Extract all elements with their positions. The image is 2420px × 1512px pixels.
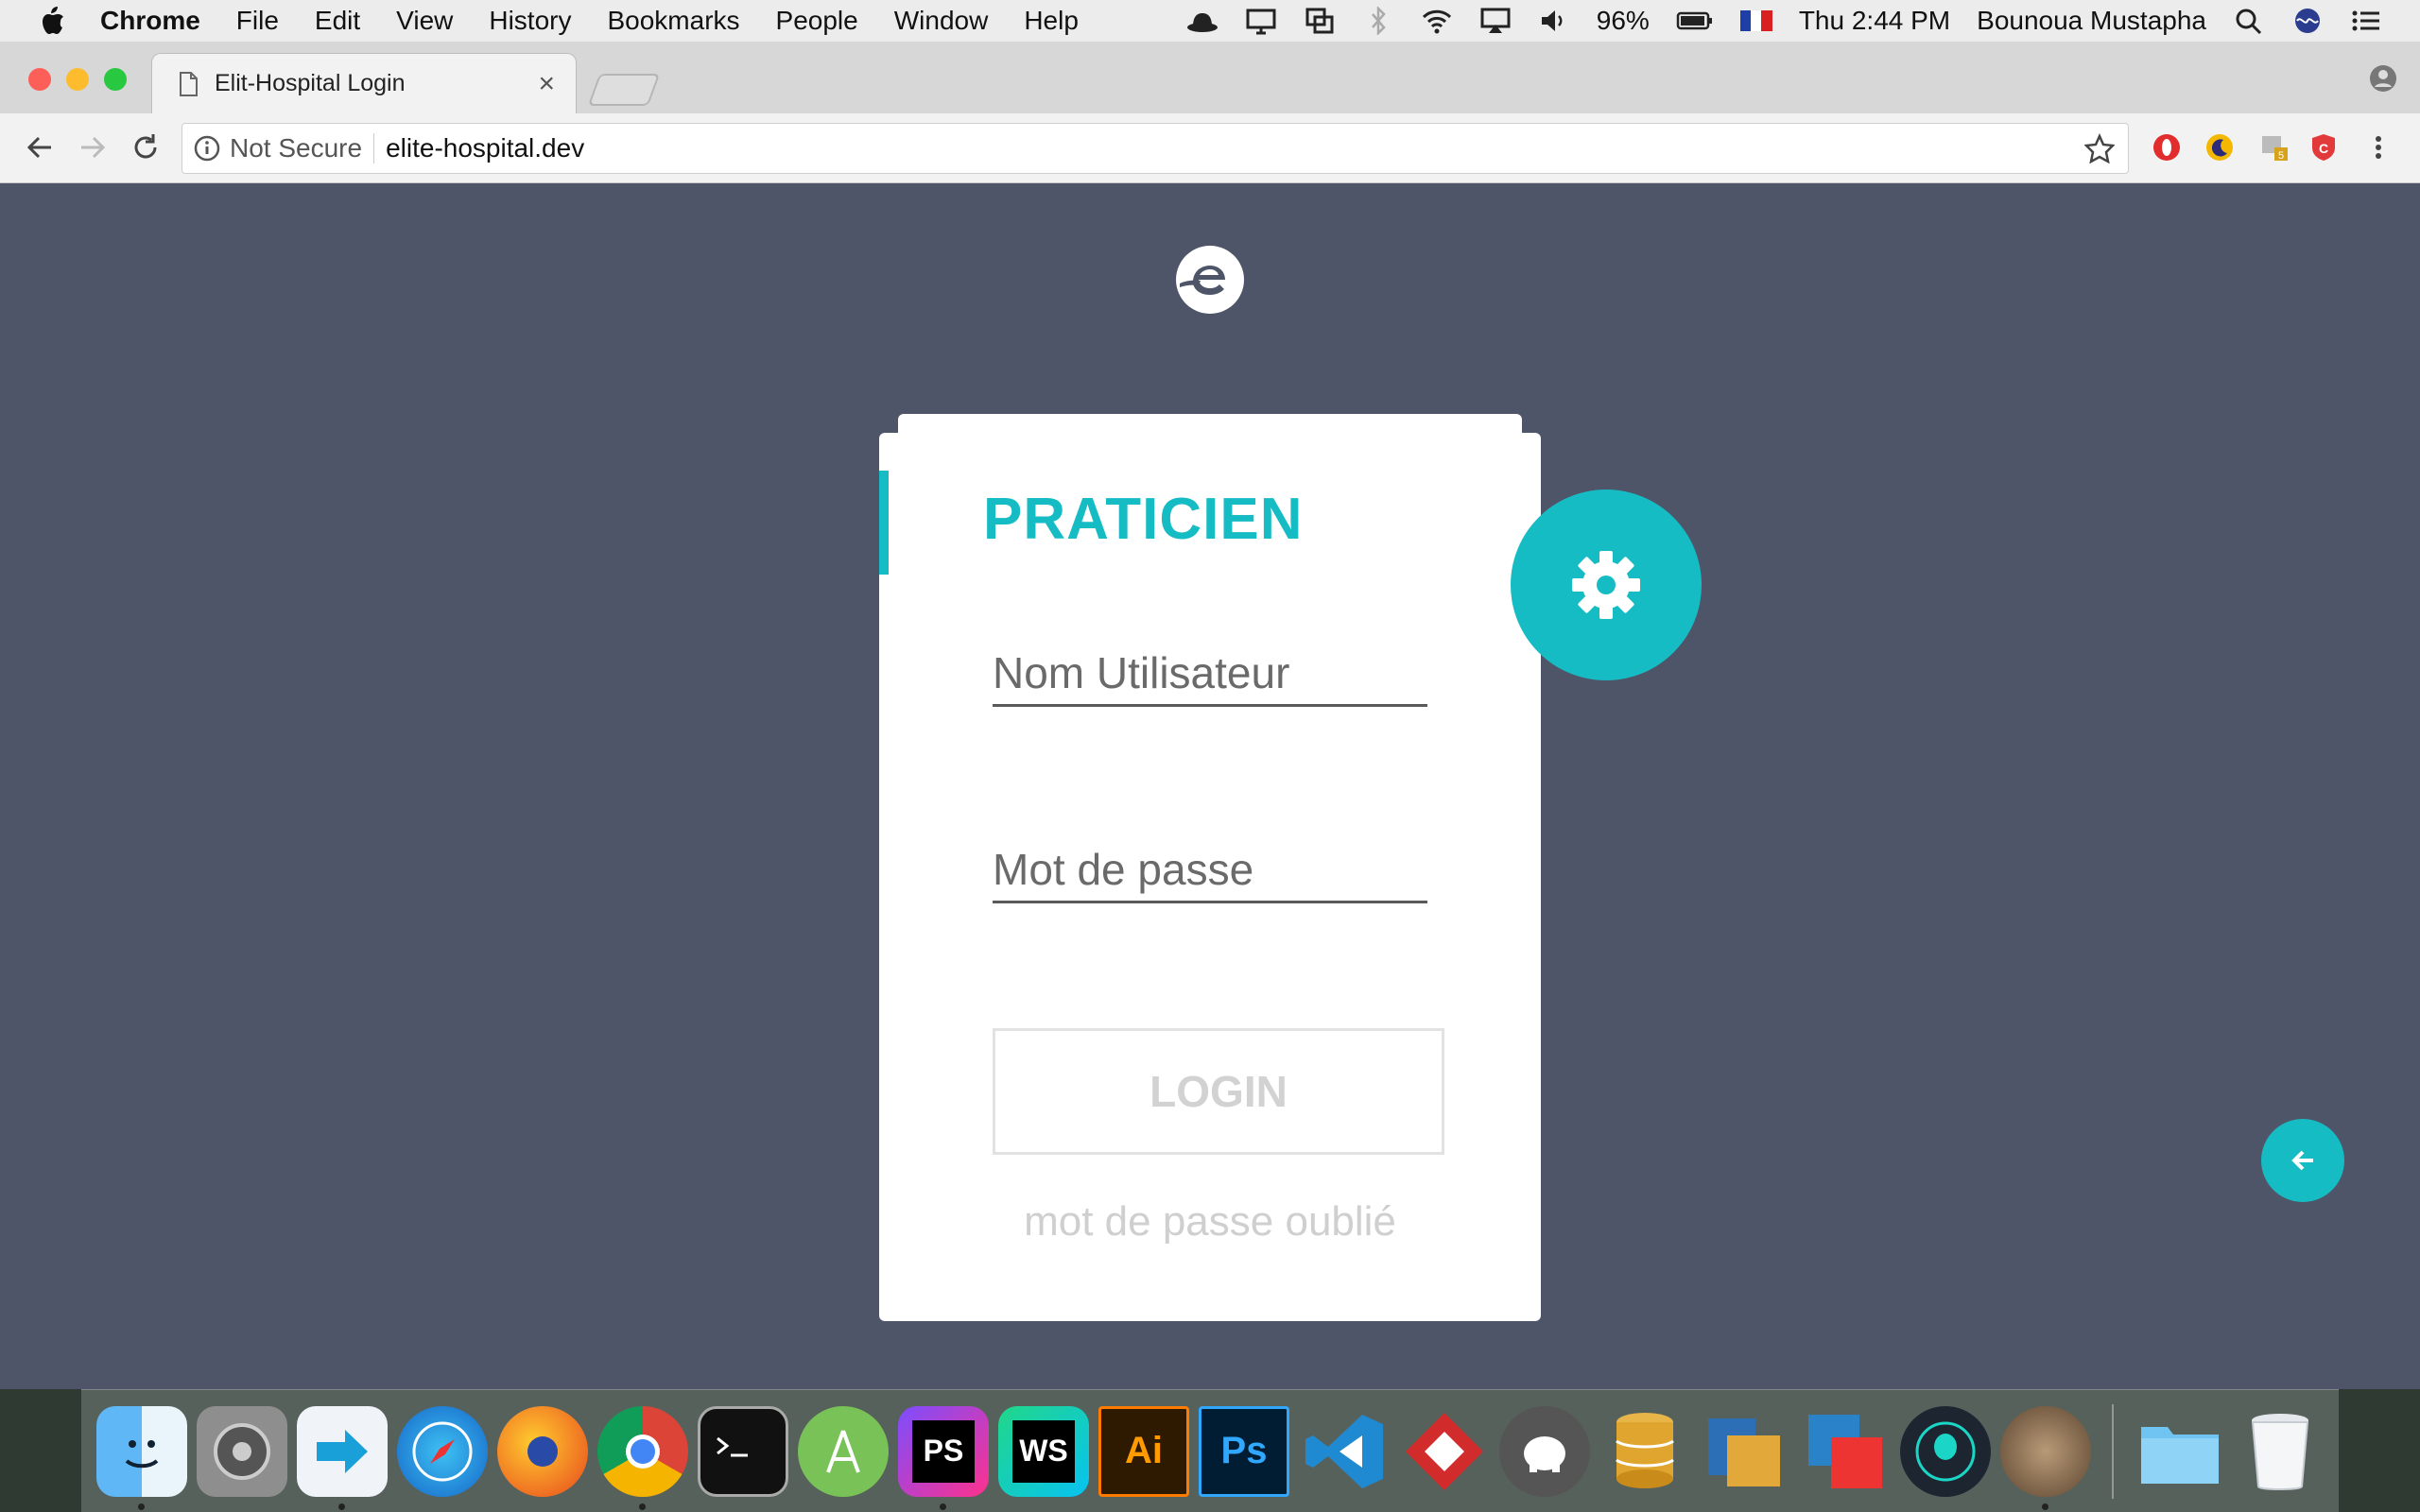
back-fab-button[interactable]	[2261, 1119, 2344, 1202]
info-icon[interactable]	[194, 135, 220, 162]
username-field[interactable]	[993, 641, 1427, 707]
clock[interactable]: Thu 2:44 PM	[1799, 6, 1950, 36]
menu-window[interactable]: Window	[894, 6, 989, 36]
armadillo-icon[interactable]	[2000, 1405, 2091, 1510]
bluetooth-icon[interactable]	[1362, 7, 1394, 35]
login-card: PRATICIEN LOGIN mot de passe oublié	[879, 433, 1541, 1321]
vmware-icon[interactable]	[1800, 1406, 1891, 1497]
reload-icon[interactable]	[129, 130, 163, 164]
siri-icon[interactable]	[2291, 7, 2324, 35]
browser-toolbar: Not Secure elite-hospital.dev 5 C	[0, 113, 2420, 183]
menu-people[interactable]: People	[776, 6, 858, 36]
webstorm-label: WS	[1012, 1419, 1075, 1483]
git-client-icon[interactable]	[1399, 1406, 1490, 1497]
tab-elit-hospital-login[interactable]: Elit-Hospital Login ×	[151, 53, 577, 113]
airplay-icon[interactable]	[1479, 7, 1512, 35]
svg-text:C: C	[2319, 141, 2328, 156]
gear-icon	[1572, 551, 1640, 619]
close-tab-icon[interactable]: ×	[538, 68, 555, 100]
dock-separator	[2112, 1403, 2114, 1499]
migration-icon[interactable]	[297, 1405, 388, 1510]
hat-icon[interactable]	[1186, 7, 1219, 35]
menu-app-chrome[interactable]: Chrome	[100, 6, 200, 36]
folder-icon[interactable]	[2135, 1406, 2225, 1497]
user-name[interactable]: Bounoua Mustapha	[1977, 6, 2206, 36]
document-icon	[180, 71, 198, 96]
sequel-pro-icon[interactable]	[1499, 1405, 1590, 1497]
page-content: PRATICIEN LOGIN mot de passe oublié	[0, 183, 2420, 1389]
apple-icon[interactable]	[38, 5, 66, 37]
gitkraken-icon[interactable]	[1900, 1405, 1991, 1497]
illustrator-icon[interactable]: Ai	[1098, 1405, 1189, 1497]
url-text[interactable]: elite-hospital.dev	[386, 133, 584, 163]
wifi-icon[interactable]	[1421, 7, 1453, 35]
settings-fab-button[interactable]	[1511, 490, 1702, 680]
elite-hospital-logo-icon	[1176, 246, 1244, 314]
bookmark-star-icon[interactable]	[2084, 133, 2115, 163]
android-studio-icon[interactable]	[798, 1405, 889, 1497]
menu-bar: Chrome File Edit View History Bookmarks …	[0, 0, 2420, 42]
photoshop-icon[interactable]: Ps	[1199, 1405, 1289, 1497]
window-copy-icon[interactable]	[1304, 7, 1336, 35]
login-button[interactable]: LOGIN	[993, 1028, 1444, 1155]
webstorm-icon[interactable]: WS	[998, 1405, 1089, 1497]
finder-icon[interactable]	[96, 1405, 187, 1510]
browser-window: Elit-Hospital Login × Not Secure elite-h…	[0, 42, 2420, 1389]
menu-view[interactable]: View	[396, 6, 453, 36]
title-accent-bar	[879, 471, 889, 575]
chrome-icon[interactable]	[597, 1405, 688, 1510]
shield-extension-icon[interactable]: C	[2308, 132, 2339, 163]
extension-badge-icon[interactable]: 5	[2259, 132, 2290, 163]
dock: PS WS Ai Ps	[81, 1389, 2339, 1512]
tab-title: Elit-Hospital Login	[215, 70, 406, 96]
sequel-db-icon[interactable]	[1599, 1406, 1690, 1497]
login-card-title: PRATICIEN	[983, 487, 1304, 552]
back-arrow-icon[interactable]	[23, 130, 57, 164]
tab-strip: Elit-Hospital Login ×	[0, 42, 2420, 113]
menu-help[interactable]: Help	[1024, 6, 1079, 36]
menu-bookmarks[interactable]: Bookmarks	[607, 6, 739, 36]
terminal-icon[interactable]	[698, 1405, 788, 1497]
screen-share-icon[interactable]	[1245, 7, 1277, 35]
illustrator-label: Ai	[1125, 1430, 1163, 1471]
opera-extension-icon[interactable]	[2152, 132, 2182, 163]
close-window-button[interactable]	[28, 68, 51, 91]
chrome-menu-icon[interactable]	[2363, 132, 2394, 163]
menu-history[interactable]: History	[489, 6, 571, 36]
phpstorm-label: PS	[912, 1419, 975, 1483]
menu-edit[interactable]: Edit	[315, 6, 360, 36]
not-secure-label[interactable]: Not Secure	[230, 133, 375, 163]
profile-icon[interactable]	[2369, 64, 2397, 93]
safari-icon[interactable]	[397, 1405, 488, 1497]
arrow-left-icon	[2291, 1150, 2313, 1171]
firefox-icon[interactable]	[497, 1405, 588, 1497]
filezilla-icon[interactable]	[1700, 1406, 1790, 1497]
minimize-window-button[interactable]	[66, 68, 89, 91]
window-controls	[28, 68, 127, 91]
menu-file[interactable]: File	[236, 6, 279, 36]
address-bar[interactable]: Not Secure elite-hospital.dev	[182, 123, 2129, 174]
photoshop-label: Ps	[1220, 1430, 1268, 1471]
battery-percentage: 96%	[1596, 6, 1650, 35]
svg-text:5: 5	[2278, 150, 2284, 162]
spotlight-search-icon[interactable]	[2233, 7, 2265, 35]
maximize-window-button[interactable]	[104, 68, 127, 91]
forgot-password-link[interactable]: mot de passe oublié	[879, 1198, 1541, 1246]
night-mode-extension-icon[interactable]	[2204, 132, 2235, 163]
battery-icon[interactable]	[1676, 7, 1714, 35]
visual-studio-code-icon[interactable]	[1299, 1406, 1390, 1497]
volume-icon[interactable]	[1538, 7, 1570, 35]
system-preferences-icon[interactable]	[197, 1405, 287, 1497]
phpstorm-icon[interactable]: PS	[898, 1405, 989, 1510]
forward-arrow-icon[interactable]	[76, 130, 110, 164]
password-field[interactable]	[993, 837, 1427, 903]
notification-center-icon[interactable]	[2350, 7, 2382, 35]
trash-icon[interactable]	[2235, 1406, 2325, 1497]
new-tab-button[interactable]	[587, 74, 661, 106]
input-source-flag-icon[interactable]	[1739, 10, 1772, 31]
